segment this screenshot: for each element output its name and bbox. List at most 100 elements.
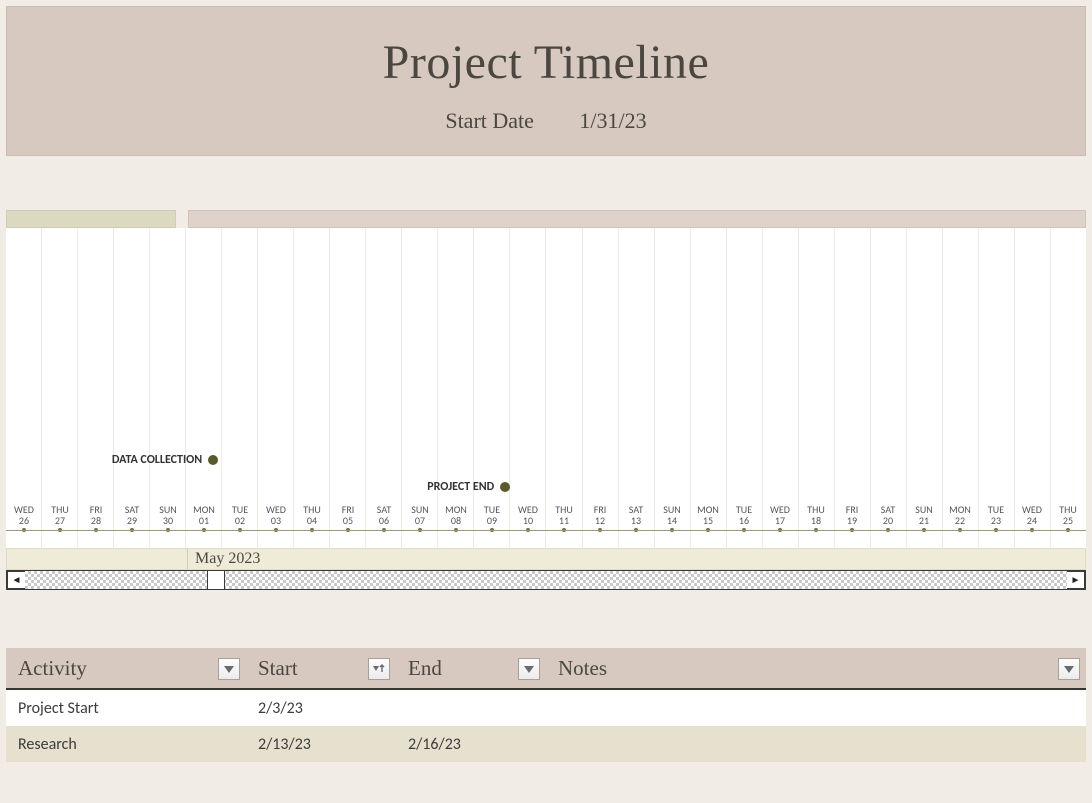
timeline-grid-column	[186, 228, 222, 548]
timeline-axis-line	[6, 530, 1086, 531]
timeline-milestone-marker[interactable]: PROJECT END	[427, 480, 510, 494]
timeline-grid-column	[510, 228, 546, 548]
timeline-grid-column	[114, 228, 150, 548]
tick-day-number: 13	[618, 515, 654, 526]
month-band-divider	[187, 549, 188, 569]
timeline-tick: TUE09	[474, 504, 510, 526]
tick-day-number: 24	[1014, 515, 1050, 526]
tick-day-number: 14	[654, 515, 690, 526]
tick-day-number: 10	[510, 515, 546, 526]
tick-day-number: 19	[834, 515, 870, 526]
tick-day-number: 23	[978, 515, 1014, 526]
tick-day-number: 01	[186, 515, 222, 526]
chevron-left-icon: ◄	[12, 575, 22, 586]
timeline-tick: TUE23	[978, 504, 1014, 526]
column-header-notes-label: Notes	[558, 656, 607, 680]
table-row[interactable]: Project Start2/3/23	[6, 690, 1086, 726]
page-title: Project Timeline	[7, 7, 1085, 90]
timeline-axis: WED26THU27FRI28SAT29SUN30MON01TUE02WED03…	[6, 504, 1086, 548]
chevron-down-icon	[523, 664, 535, 674]
timeline-tick: SAT20	[870, 504, 906, 526]
tick-day-number: 28	[78, 515, 114, 526]
tick-day-number: 29	[114, 515, 150, 526]
timeline-tick: TUE02	[222, 504, 258, 526]
tick-day-number: 26	[6, 515, 42, 526]
timeline-grid-column	[1051, 228, 1086, 548]
timeline-grid-column	[474, 228, 510, 548]
tick-day-number: 06	[366, 515, 402, 526]
tick-day-number: 03	[258, 515, 294, 526]
timeline-header-bar-left	[6, 210, 176, 228]
timeline-grid-column	[979, 228, 1015, 548]
timeline-tick: FRI28	[78, 504, 114, 526]
column-header-notes[interactable]: Notes	[546, 648, 1086, 688]
tick-day-number: 20	[870, 515, 906, 526]
tick-day-number: 09	[474, 515, 510, 526]
timeline-tick: WED26	[6, 504, 42, 526]
timeline-tick: MON22	[942, 504, 978, 526]
tick-day-number: 12	[582, 515, 618, 526]
column-header-activity[interactable]: Activity	[6, 648, 246, 688]
table-row[interactable]: Research2/13/232/16/23	[6, 726, 1086, 762]
start-date-value[interactable]: 1/31/23	[579, 108, 646, 134]
timeline-grid-column	[943, 228, 979, 548]
timeline-tick: SUN14	[654, 504, 690, 526]
scroll-right-button[interactable]: ►	[1067, 571, 1085, 589]
milestone-label: PROJECT END	[427, 480, 494, 494]
cell-activity[interactable]: Research	[6, 735, 246, 754]
timeline-tick: SAT29	[114, 504, 150, 526]
timeline-tick: SAT06	[366, 504, 402, 526]
scroll-thumb[interactable]	[207, 570, 225, 590]
timeline-tick: FRI05	[330, 504, 366, 526]
timeline-grid-column	[6, 228, 42, 548]
timeline-tick: MON08	[438, 504, 474, 526]
timeline: DATA COLLECTIONPROJECT END WED26THU27FRI…	[6, 210, 1086, 590]
tick-day-number: 15	[690, 515, 726, 526]
cell-start[interactable]: 2/13/23	[246, 735, 396, 754]
timeline-grid-column	[619, 228, 655, 548]
timeline-grid-column	[655, 228, 691, 548]
timeline-tick: FRI12	[582, 504, 618, 526]
timeline-grid-column	[222, 228, 258, 548]
timeline-chart[interactable]: DATA COLLECTIONPROJECT END WED26THU27FRI…	[6, 228, 1086, 548]
timeline-header-bar-right	[188, 210, 1086, 228]
timeline-tick: THU18	[798, 504, 834, 526]
milestone-dot-icon	[208, 455, 218, 465]
sort-button-start[interactable]	[368, 658, 390, 680]
tick-day-number: 16	[726, 515, 762, 526]
timeline-tick: THU11	[546, 504, 582, 526]
timeline-grid-column	[366, 228, 402, 548]
timeline-horizontal-scrollbar[interactable]: ◄ ►	[6, 570, 1086, 590]
timeline-grid-column	[907, 228, 943, 548]
timeline-tick: WED03	[258, 504, 294, 526]
tick-day-number: 05	[330, 515, 366, 526]
column-header-start[interactable]: Start	[246, 648, 396, 688]
filter-button-end[interactable]	[518, 658, 540, 680]
timeline-ticks: WED26THU27FRI28SAT29SUN30MON01TUE02WED03…	[6, 504, 1086, 526]
timeline-tick: THU27	[42, 504, 78, 526]
scroll-left-button[interactable]: ◄	[7, 571, 25, 589]
tick-day-number: 22	[942, 515, 978, 526]
timeline-month-band: May 2023	[6, 548, 1086, 570]
filter-button-activity[interactable]	[218, 658, 240, 680]
timeline-grid-column	[835, 228, 871, 548]
filter-button-notes[interactable]	[1058, 658, 1080, 680]
timeline-grid-column	[294, 228, 330, 548]
timeline-tick: SUN30	[150, 504, 186, 526]
milestone-label: DATA COLLECTION	[112, 453, 202, 467]
timeline-grid-column	[546, 228, 582, 548]
timeline-tick: WED17	[762, 504, 798, 526]
timeline-tick: FRI19	[834, 504, 870, 526]
sort-ascending-icon	[372, 663, 386, 675]
cell-activity[interactable]: Project Start	[6, 699, 246, 718]
timeline-milestone-marker[interactable]: DATA COLLECTION	[112, 453, 218, 467]
tick-day-number: 08	[438, 515, 474, 526]
tick-day-number: 17	[762, 515, 798, 526]
timeline-grid-column	[258, 228, 294, 548]
timeline-grid-column	[583, 228, 619, 548]
column-header-end[interactable]: End	[396, 648, 546, 688]
timeline-tick: WED24	[1014, 504, 1050, 526]
cell-start[interactable]: 2/3/23	[246, 699, 396, 718]
cell-end[interactable]: 2/16/23	[396, 735, 546, 754]
timeline-grid-column	[1015, 228, 1051, 548]
